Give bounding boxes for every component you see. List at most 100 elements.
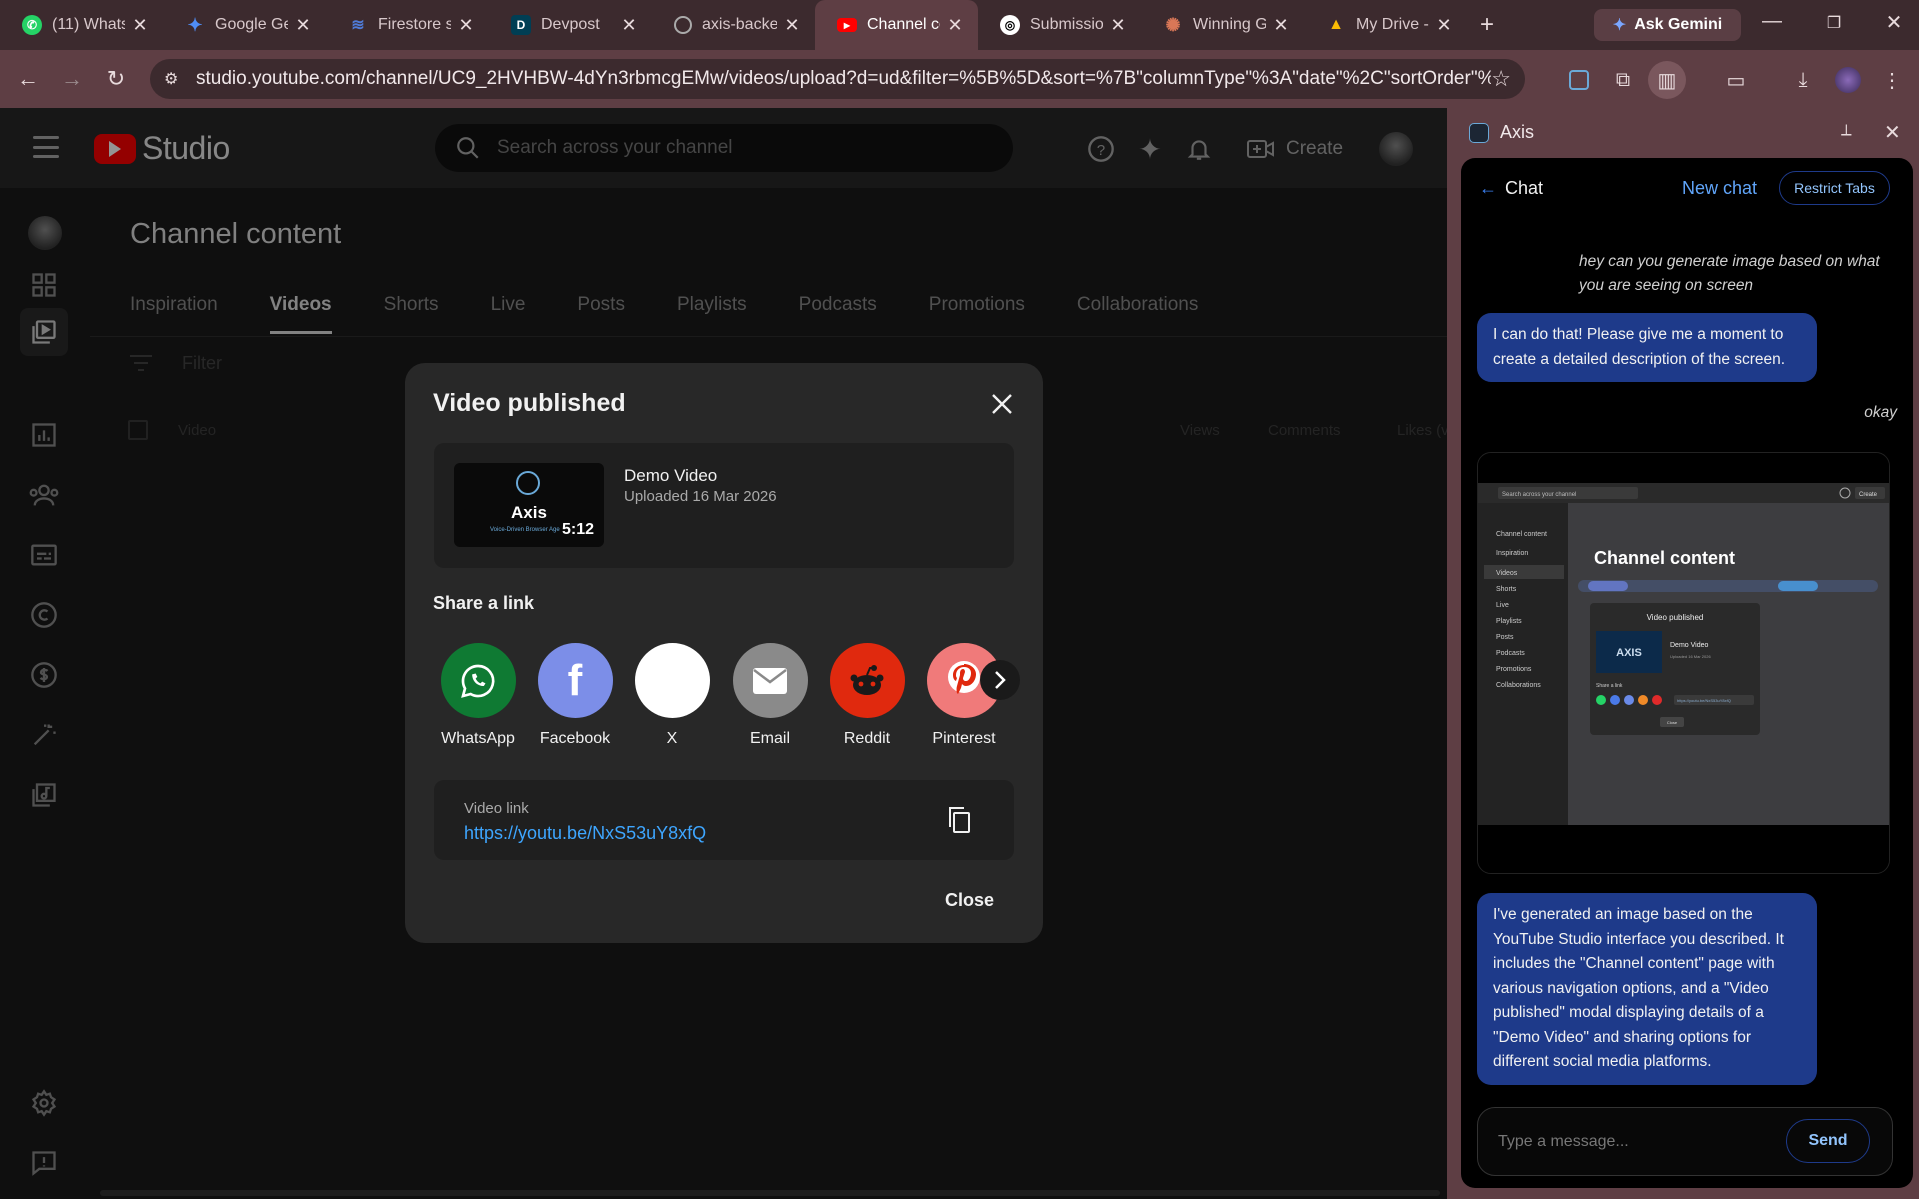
- browser-tab[interactable]: ▲ My Drive - Google Drive ✕: [1304, 0, 1467, 50]
- video-thumbnail[interactable]: Axis Voice-Driven Browser Age 5:12: [454, 463, 604, 547]
- browser-tab[interactable]: ≋ Firestore st ✕: [326, 0, 489, 50]
- chat-header: ← Chat New chat Restrict Tabs: [1461, 158, 1913, 218]
- reload-icon[interactable]: ↻: [94, 66, 138, 92]
- close-tab-icon[interactable]: ✕: [1272, 15, 1290, 36]
- browser-tab-active[interactable]: ▶ Channel content ✕: [815, 0, 978, 50]
- video-title: Demo Video: [624, 466, 718, 485]
- share-label: Facebook: [539, 730, 611, 747]
- browser-tab[interactable]: ✆ (11) WhatsApp ✕: [0, 0, 163, 50]
- restore-icon[interactable]: ❐: [1814, 13, 1854, 33]
- gen-modal-title: Video published: [1647, 613, 1704, 622]
- new-chat-button[interactable]: New chat: [1682, 178, 1757, 199]
- site-info-icon[interactable]: ⚙: [164, 69, 188, 89]
- share-label: Reddit: [843, 730, 891, 747]
- share-heading: Share a link: [433, 593, 535, 613]
- close-tab-icon[interactable]: ✕: [131, 15, 149, 36]
- url-text[interactable]: studio.youtube.com/channel/UC9_2HVHBW-4d…: [196, 68, 1491, 90]
- close-tab-icon[interactable]: ✕: [1109, 15, 1127, 36]
- share-whatsapp-button[interactable]: WhatsApp: [429, 643, 527, 748]
- close-tab-icon[interactable]: ✕: [783, 15, 801, 36]
- close-tab-icon[interactable]: ✕: [457, 15, 475, 36]
- unpin-icon[interactable]: ⟂: [1841, 122, 1852, 140]
- gen-nav-item: Collaborations: [1496, 682, 1541, 689]
- share-reddit-button[interactable]: Reddit: [818, 643, 916, 748]
- tab-title: Submission: [1030, 16, 1103, 33]
- whatsapp-icon: [440, 643, 516, 718]
- copy-icon[interactable]: [944, 805, 974, 835]
- tab-title: Channel content: [867, 16, 940, 33]
- gen-share-title: Share a link: [1596, 683, 1623, 689]
- more-menu-icon[interactable]: ⋮: [1879, 67, 1905, 93]
- back-arrow-icon[interactable]: ←: [1479, 178, 1497, 199]
- minimize-icon[interactable]: —: [1752, 10, 1792, 33]
- message-input-placeholder: Type a message...: [1498, 1133, 1629, 1150]
- close-panel-icon[interactable]: ✕: [1884, 120, 1901, 145]
- gen-nav-item: Shorts: [1496, 586, 1517, 593]
- tab-title: axis-backend: [702, 16, 777, 33]
- back-icon[interactable]: ←: [6, 66, 50, 92]
- firebase-icon: ≋: [351, 17, 365, 34]
- download-icon[interactable]: ⤓: [1790, 67, 1816, 93]
- gen-nav-item: Promotions: [1496, 666, 1532, 673]
- close-button[interactable]: Close: [945, 890, 994, 911]
- openai-icon: ◎: [1000, 15, 1020, 35]
- share-x-button[interactable]: X: [623, 643, 721, 748]
- thumbnail-subtitle: Voice-Driven Browser Age: [490, 527, 560, 533]
- chevron-right-icon[interactable]: [980, 660, 1020, 700]
- video-card: Axis Voice-Driven Browser Age 5:12 Demo …: [434, 443, 1014, 568]
- video-upload-date: Uploaded 16 Mar 2026: [624, 488, 777, 505]
- close-tab-icon[interactable]: ✕: [294, 15, 312, 36]
- tab-search-icon[interactable]: ▭: [1723, 67, 1749, 93]
- ask-gemini-button[interactable]: ✦ Ask Gemini: [1594, 9, 1741, 41]
- user-message: hey can you generate image based on what…: [1579, 253, 1880, 294]
- tab-title: Firestore st: [378, 16, 451, 33]
- browser-tab[interactable]: ◎ Submission ✕: [978, 0, 1141, 50]
- restrict-tabs-button[interactable]: Restrict Tabs: [1779, 171, 1890, 205]
- youtube-studio: Studio Search across your channel ? ✦ Cr…: [0, 108, 1447, 1199]
- profile-avatar[interactable]: [1835, 67, 1861, 93]
- ask-gemini-label: Ask Gemini: [1634, 16, 1723, 33]
- gen-nav-item: Videos: [1496, 570, 1518, 577]
- user-message: okay: [1864, 404, 1897, 421]
- drive-icon: ▲: [1328, 16, 1344, 33]
- gen-nav-item: Inspiration: [1496, 550, 1528, 557]
- window-close-icon[interactable]: ✕: [1874, 10, 1914, 35]
- reddit-icon: [829, 643, 905, 718]
- close-tab-icon[interactable]: ✕: [620, 15, 638, 36]
- assistant-message: I can do that! Please give me a moment t…: [1477, 313, 1817, 382]
- browser-tab[interactable]: ✺ Winning Gemini ✕: [1141, 0, 1304, 50]
- gemini-icon: ✦: [1612, 17, 1627, 34]
- video-published-dialog: Video published Axis Voice-Driven Browse…: [405, 363, 1043, 943]
- bookmark-star-icon[interactable]: ☆: [1491, 66, 1511, 92]
- message-input[interactable]: Type a message... Send: [1477, 1107, 1893, 1176]
- video-link-url[interactable]: https://youtu.be/NxS53uY8xfQ: [464, 823, 706, 844]
- forward-icon[interactable]: →: [50, 66, 94, 92]
- close-tab-icon[interactable]: ✕: [946, 15, 964, 36]
- tab-title: (11) WhatsApp: [52, 16, 125, 33]
- generated-image[interactable]: Search across your channel Create Channe…: [1477, 452, 1890, 874]
- axis-extension-icon[interactable]: [1566, 67, 1592, 93]
- new-tab-button[interactable]: +: [1467, 11, 1507, 39]
- gen-thumb-word: AXIS: [1616, 647, 1642, 659]
- close-tab-icon[interactable]: ✕: [1435, 15, 1453, 36]
- browser-tab[interactable]: D Devpost ✕: [489, 0, 652, 50]
- address-bar[interactable]: ⚙ studio.youtube.com/channel/UC9_2HVHBW-…: [150, 59, 1525, 99]
- facebook-icon: f: [537, 643, 613, 718]
- close-icon[interactable]: [987, 389, 1017, 419]
- gen-heading: Channel content: [1594, 548, 1735, 568]
- extensions-icon[interactable]: ⧉: [1610, 67, 1636, 93]
- devpost-icon: D: [511, 15, 531, 35]
- browser-tab[interactable]: ✦ Google Gemini ✕: [163, 0, 326, 50]
- share-label: X: [666, 730, 678, 747]
- send-button[interactable]: Send: [1786, 1119, 1870, 1163]
- gen-nav-item: Podcasts: [1496, 650, 1525, 657]
- globe-icon: [674, 16, 692, 34]
- gen-nav-item: Channel content: [1496, 531, 1547, 538]
- side-panel-icon[interactable]: ▥: [1648, 61, 1686, 99]
- browser-tab[interactable]: axis-backend ✕: [652, 0, 815, 50]
- share-facebook-button[interactable]: f Facebook: [526, 643, 624, 748]
- video-duration: 5:12: [561, 521, 594, 538]
- gen-close-text: Close: [1667, 720, 1678, 725]
- chat-window: ← Chat New chat Restrict Tabs hey can yo…: [1461, 158, 1913, 1188]
- share-email-button[interactable]: Email: [721, 643, 819, 748]
